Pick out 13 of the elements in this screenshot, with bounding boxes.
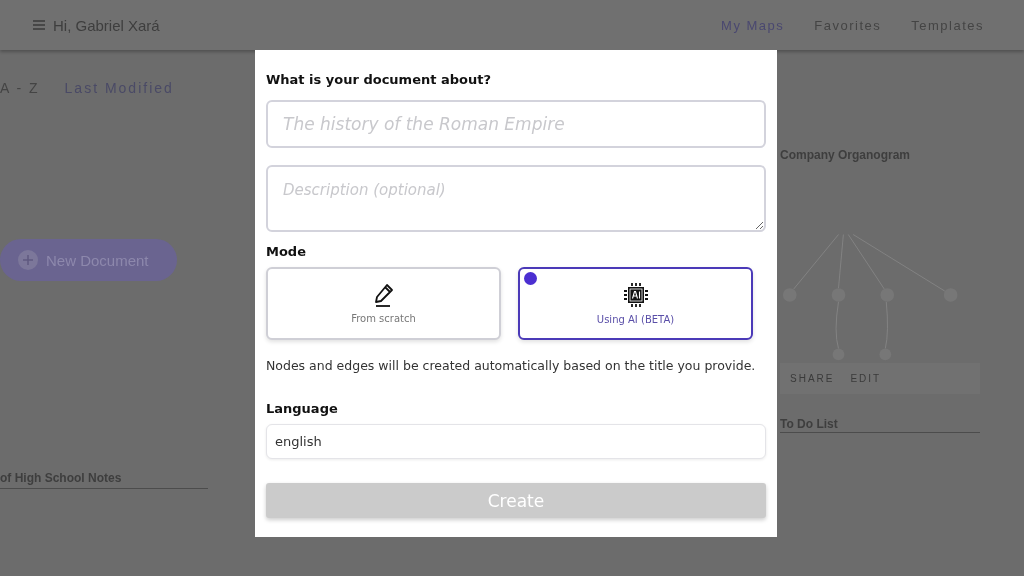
field-label: Language xyxy=(266,401,339,416)
selected-indicator-icon xyxy=(524,272,537,285)
hint-text: Nodes and edges will be created automatically based on the title you provide. xyxy=(266,358,757,373)
field-label: Mode xyxy=(266,244,307,259)
chip-icon xyxy=(622,282,649,308)
plus-icon xyxy=(18,250,38,270)
field-label: What is your document about? xyxy=(266,72,492,87)
mode-option[interactable]: From scratch xyxy=(266,267,501,340)
card-action-link[interactable]: SHARE xyxy=(790,373,835,384)
pencil-icon xyxy=(372,283,395,307)
language-field[interactable]: english xyxy=(266,424,766,459)
mode-option[interactable]: Using AI (BETA) xyxy=(518,267,753,340)
menu-icon[interactable] xyxy=(33,20,45,30)
